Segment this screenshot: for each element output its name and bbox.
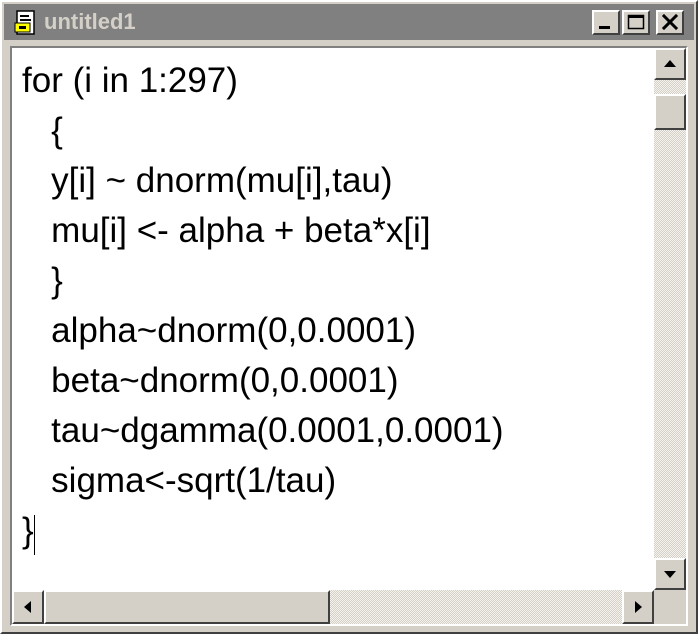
arrow-up-icon	[664, 60, 676, 67]
close-icon	[661, 13, 679, 31]
code-line: sigma<-sqrt(1/tau)	[22, 461, 337, 500]
code-line: alpha~dnorm(0,0.0001)	[22, 311, 417, 350]
minimize-icon	[599, 26, 610, 29]
minimize-button[interactable]	[592, 10, 620, 35]
editor-window: untitled1 for (i in 1:297) { y[i] ~ dnor…	[0, 0, 698, 634]
code-line: beta~dnorm(0,0.0001)	[22, 361, 399, 400]
code-line: mu[i] <- alpha + beta*x[i]	[22, 211, 431, 250]
arrow-down-icon	[664, 571, 676, 578]
document-icon	[14, 10, 35, 35]
maximize-button[interactable]	[622, 10, 650, 35]
code-line: }	[22, 511, 34, 550]
close-button[interactable]	[656, 10, 684, 35]
scroll-up-button[interactable]	[654, 48, 686, 80]
horizontal-scrollbar[interactable]	[12, 590, 654, 624]
scrollbar-corner	[654, 590, 686, 624]
code-line: tau~dgamma(0.0001,0.0001)	[22, 411, 504, 450]
text-caret	[34, 515, 35, 555]
code-line: for (i in 1:297)	[22, 61, 238, 100]
arrow-left-icon	[24, 601, 31, 613]
horizontal-scroll-thumb[interactable]	[44, 590, 330, 624]
window-title: untitled1	[44, 9, 136, 34]
code-line: {	[22, 111, 63, 150]
code-line: }	[22, 261, 63, 300]
scroll-right-button[interactable]	[622, 590, 654, 624]
arrow-right-icon	[635, 601, 642, 613]
scroll-down-button[interactable]	[654, 558, 686, 590]
scroll-left-button[interactable]	[12, 590, 44, 624]
vertical-scroll-thumb[interactable]	[654, 94, 686, 130]
maximize-icon	[627, 14, 645, 30]
vertical-scrollbar[interactable]	[654, 48, 686, 590]
code-line: y[i] ~ dnorm(mu[i],tau)	[22, 161, 393, 200]
editor-text-area[interactable]: for (i in 1:297) { y[i] ~ dnorm(mu[i],ta…	[12, 48, 654, 590]
code-editor: for (i in 1:297) { y[i] ~ dnorm(mu[i],ta…	[10, 46, 688, 626]
title-bar[interactable]: untitled1	[4, 4, 694, 40]
